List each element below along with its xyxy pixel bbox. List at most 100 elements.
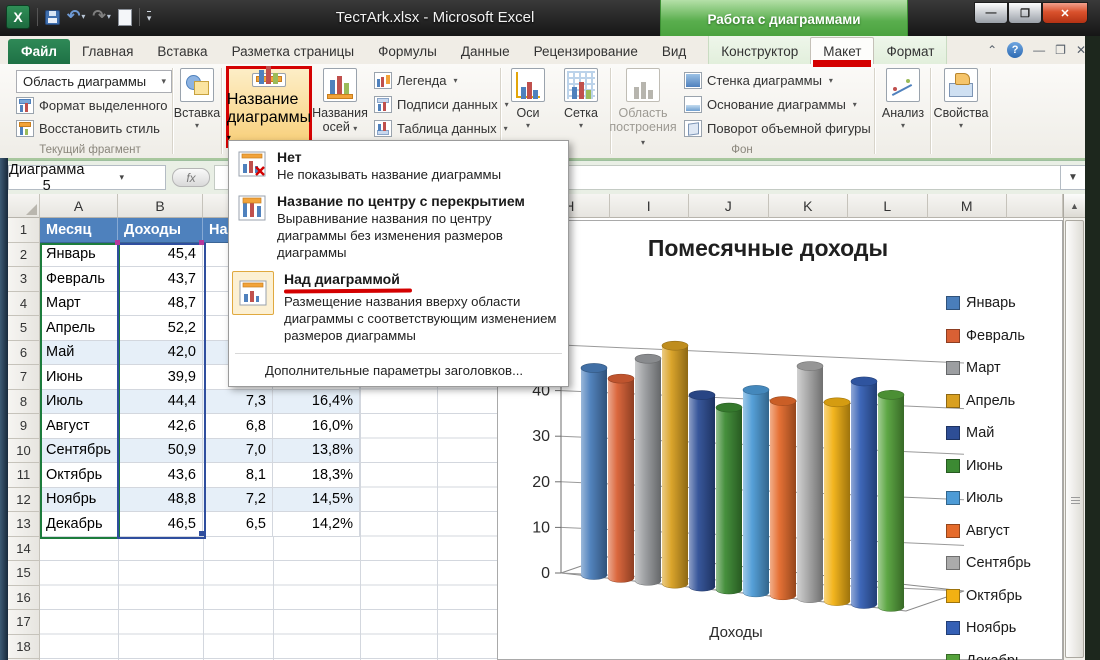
legend-item-Май[interactable]: Май xyxy=(946,425,1031,441)
table-cell[interactable]: 45,4 xyxy=(118,242,203,267)
table-cell[interactable]: 48,7 xyxy=(118,291,203,316)
excel-logo-icon[interactable]: X xyxy=(6,5,30,29)
legend-item-Ноябрь[interactable]: Ноябрь xyxy=(946,620,1031,636)
tab-Данные[interactable]: Данные xyxy=(449,39,522,64)
tab-Макет[interactable]: Макет xyxy=(810,37,875,67)
table-cell[interactable]: 18,3% xyxy=(273,463,360,488)
table-cell[interactable]: Апрель xyxy=(40,316,118,341)
table-cell[interactable]: Май xyxy=(40,340,118,365)
data-labels-button[interactable]: Подписи данных ▾ xyxy=(374,96,509,113)
table-cell[interactable]: 7,0 xyxy=(203,438,273,463)
table-cell[interactable]: Ноябрь xyxy=(40,487,118,512)
row-header-3[interactable]: 3 xyxy=(8,267,40,292)
menu-item-1[interactable]: Нет Не показывать название диаграммы xyxy=(229,145,568,189)
table-cell[interactable]: 43,6 xyxy=(118,463,203,488)
gridlines-button[interactable]: Сетка ▾ xyxy=(556,68,606,130)
table-cell[interactable]: 6,5 xyxy=(203,512,273,537)
column-header-K[interactable]: K xyxy=(768,194,848,218)
tab-Вид[interactable]: Вид xyxy=(650,39,698,64)
row-header-18[interactable]: 18 xyxy=(8,634,40,659)
table-cell[interactable]: 44,4 xyxy=(118,389,203,414)
rotation-3d-button[interactable]: Поворот объемной фигуры xyxy=(684,120,871,137)
row-header-8[interactable]: 8 xyxy=(8,389,40,414)
column-header-I[interactable]: I xyxy=(609,194,689,218)
table-cell[interactable]: 39,9 xyxy=(118,365,203,390)
table-cell[interactable]: Июль xyxy=(40,389,118,414)
column-header-L[interactable]: L xyxy=(848,194,928,218)
table-cell[interactable]: 50,9 xyxy=(118,438,203,463)
chart-object[interactable]: Помесячные доходы 01020304050Доходы Янва… xyxy=(497,220,1063,660)
row-header-17[interactable]: 17 xyxy=(8,610,40,635)
legend-item-Апрель[interactable]: Апрель xyxy=(946,393,1031,409)
table-cell[interactable]: 52,2 xyxy=(118,316,203,341)
table-cell[interactable]: 7,2 xyxy=(203,487,273,512)
tab-Разметка страницы[interactable]: Разметка страницы xyxy=(220,39,366,64)
legend-item-Март[interactable]: Март xyxy=(946,360,1031,376)
row-header-12[interactable]: 12 xyxy=(8,487,40,512)
column-header-M[interactable]: M xyxy=(927,194,1007,218)
range-fill-handle[interactable] xyxy=(199,531,204,536)
axes-button[interactable]: Оси ▾ xyxy=(504,68,552,130)
table-cell[interactable]: 42,6 xyxy=(118,414,203,439)
tab-Формулы[interactable]: Формулы xyxy=(366,39,449,64)
tab-Вставка[interactable]: Вставка xyxy=(145,39,219,64)
row-header-15[interactable]: 15 xyxy=(8,561,40,586)
menu-item-3[interactable]: Над диаграммой Размещение названия вверху… xyxy=(229,267,568,350)
tab-Рецензирование[interactable]: Рецензирование xyxy=(522,39,650,64)
undo-icon[interactable]: ↶ ▾ xyxy=(67,9,85,25)
save-icon[interactable] xyxy=(45,9,60,25)
row-header-6[interactable]: 6 xyxy=(8,340,40,365)
legend-item-Декабрь[interactable]: Декабрь xyxy=(946,653,1031,660)
table-cell[interactable]: 14,2% xyxy=(273,512,360,537)
row-header-2[interactable]: 2 xyxy=(8,242,40,267)
workbook-restore-icon[interactable]: ❐ xyxy=(1055,43,1066,57)
menu-item-2[interactable]: Название по центру с перекрытием Выравнив… xyxy=(229,189,568,267)
row-header-4[interactable]: 4 xyxy=(8,291,40,316)
format-selection-button[interactable]: Формат выделенного xyxy=(16,97,168,114)
row-header-11[interactable]: 11 xyxy=(8,463,40,488)
chart-title-button[interactable]: Название диаграммы ▾ xyxy=(226,66,312,148)
column-header-J[interactable]: J xyxy=(689,194,769,218)
analysis-button[interactable]: Анализ ▾ xyxy=(878,68,928,130)
name-box[interactable]: Диаграмма 5 ▾ xyxy=(8,162,166,194)
chart-legend[interactable]: Январь Февраль Март Апрель Май Июнь Июль Август… xyxy=(946,295,1031,660)
table-cell[interactable]: 14,5% xyxy=(273,487,360,512)
chart-wall-button[interactable]: Стенка диаграммы ▾ xyxy=(684,72,833,89)
table-header-cell[interactable]: Месяц xyxy=(40,218,118,243)
table-cell[interactable]: Октябрь xyxy=(40,463,118,488)
table-cell[interactable]: 6,8 xyxy=(203,414,273,439)
new-document-icon[interactable] xyxy=(117,8,132,26)
table-cell[interactable]: Сентябрь xyxy=(40,438,118,463)
table-cell[interactable]: Июнь xyxy=(40,365,118,390)
scroll-up-icon[interactable]: ▲ xyxy=(1064,194,1085,218)
collapse-ribbon-icon[interactable]: ⌃ xyxy=(987,43,997,57)
fx-button[interactable]: fx xyxy=(172,168,210,187)
table-header-cell[interactable]: Доходы xyxy=(118,218,203,243)
row-header-16[interactable]: 16 xyxy=(8,585,40,610)
column-header-partial[interactable] xyxy=(1007,194,1063,218)
close-button[interactable]: ✕ xyxy=(1042,2,1088,24)
table-cell[interactable]: 42,0 xyxy=(118,340,203,365)
minimize-button[interactable]: — xyxy=(974,2,1008,24)
legend-item-Сентябрь[interactable]: Сентябрь xyxy=(946,555,1031,571)
customize-toolbar-icon[interactable]: ▾ xyxy=(146,10,152,24)
insert-button[interactable]: Вставка ▾ xyxy=(174,68,220,130)
table-cell[interactable]: Декабрь xyxy=(40,512,118,537)
vertical-scrollbar[interactable]: ▲ xyxy=(1063,194,1085,660)
column-header-B[interactable]: B xyxy=(118,194,203,218)
table-cell[interactable]: 16,4% xyxy=(273,389,360,414)
table-cell[interactable]: 7,3 xyxy=(203,389,273,414)
redo-icon[interactable]: ↷ ▾ xyxy=(92,9,110,25)
axis-titles-button[interactable]: Названия осей ▾ xyxy=(312,68,368,136)
tab-Формат[interactable]: Формат xyxy=(874,39,946,64)
help-icon[interactable]: ? xyxy=(1007,42,1024,58)
row-header-7[interactable]: 7 xyxy=(8,365,40,390)
row-header-9[interactable]: 9 xyxy=(8,414,40,439)
table-cell[interactable]: Январь xyxy=(40,242,118,267)
row-header-10[interactable]: 10 xyxy=(8,438,40,463)
table-cell[interactable]: Февраль xyxy=(40,267,118,292)
table-cell[interactable]: 13,8% xyxy=(273,438,360,463)
workbook-minimize-icon[interactable]: — xyxy=(1033,43,1045,57)
row-header-14[interactable]: 14 xyxy=(8,536,40,561)
tab-file[interactable]: Файл xyxy=(8,39,70,64)
